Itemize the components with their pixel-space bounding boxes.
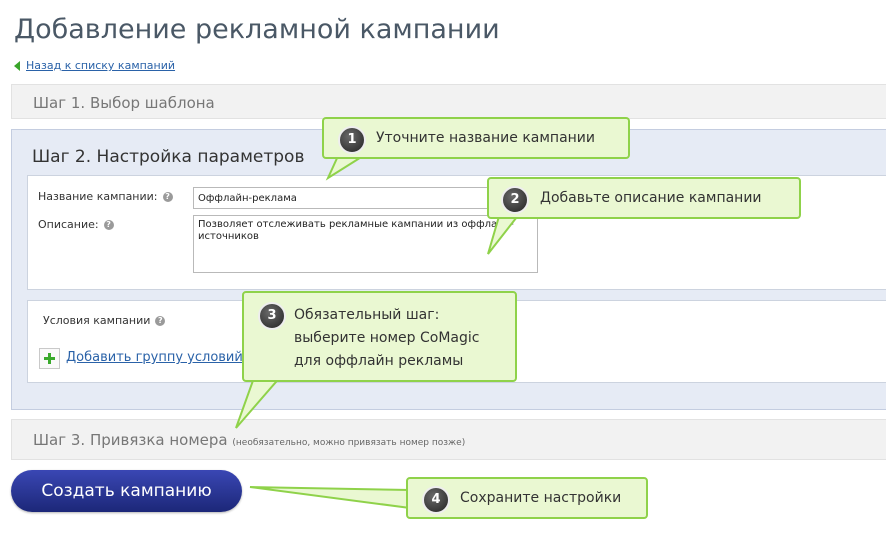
callout-3-line-3: для оффлайн рекламы <box>294 353 464 369</box>
callout-4-tail <box>249 486 411 510</box>
callout-1-tail <box>325 155 367 181</box>
callout-1-number: 1 <box>338 126 366 154</box>
callout-3-tail <box>235 374 285 429</box>
callout-2-number: 2 <box>501 186 529 214</box>
callout-1-text: Уточните название кампании <box>376 130 595 146</box>
callout-2: 2 Добавьте описание кампании <box>487 177 801 219</box>
callout-3-line-2: выберите номер CoMagic <box>294 330 480 346</box>
callout-4-text: Сохраните настройки <box>460 490 622 506</box>
callout-3: 3 Обязательный шаг: выберите номер CoMag… <box>242 291 517 382</box>
callout-tails <box>235 155 523 510</box>
callout-2-text: Добавьте описание кампании <box>540 190 762 206</box>
callout-4-number: 4 <box>422 486 450 514</box>
callout-2-tail <box>487 212 523 255</box>
callout-3-line-1: Обязательный шаг: <box>294 307 440 323</box>
callout-3-number: 3 <box>258 302 286 330</box>
callout-1: 1 Уточните название кампании <box>322 117 630 159</box>
callout-4: 4 Сохраните настройки <box>406 477 648 519</box>
